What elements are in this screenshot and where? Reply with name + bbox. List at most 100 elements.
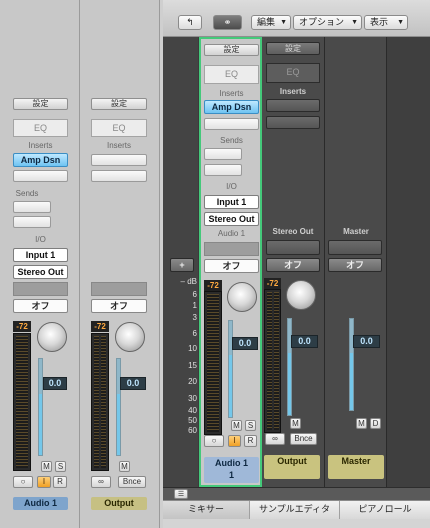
solo-button[interactable]: S — [245, 420, 256, 431]
tab-bar: ミキサー サンプルエディタ ピアノロール — [163, 500, 430, 528]
pan-knob[interactable] — [286, 280, 316, 310]
stereo-link-button[interactable]: ∞ — [265, 433, 285, 445]
input-slot[interactable]: Input 1 — [204, 195, 259, 209]
settings-button[interactable]: 設定 — [204, 44, 259, 56]
send-slot-1[interactable] — [204, 148, 242, 160]
dim-button[interactable]: D — [370, 418, 381, 429]
input-button[interactable]: I — [37, 476, 51, 488]
left-channel-strip-audio1: 設定 EQ Inserts Amp Dsn Sends I/O Input 1 … — [0, 0, 80, 528]
list-view-button[interactable]: ☰ — [174, 489, 188, 499]
settings-button[interactable]: 設定 — [266, 42, 320, 55]
record-enable-button[interactable]: R — [53, 476, 67, 488]
mixer-panel: ↰ ⚭ 編集 ▼ オプション ▼ 表示 ▼ + – dB 6 1 3 6 10 15 … — [163, 0, 430, 528]
tab-piano-roll[interactable]: ピアノロール — [340, 501, 430, 519]
channel-name[interactable]: Master — [328, 455, 384, 479]
pan-knob[interactable] — [115, 322, 145, 352]
automation-mode-off[interactable]: オフ — [91, 299, 147, 313]
dropdown-arrow-icon: ▼ — [280, 19, 287, 26]
output-slot[interactable]: Stereo Out — [204, 212, 259, 226]
bounce-button[interactable]: Bnce — [118, 476, 146, 488]
tab-mixer[interactable]: ミキサー — [163, 501, 250, 519]
peak-level-display: -72 — [13, 321, 31, 332]
insert-slot-amp-designer[interactable]: Amp Dsn — [204, 100, 259, 114]
automation-field[interactable] — [266, 240, 320, 255]
channel-strip-stereo-out: 設定 EQ Inserts Stereo Out オフ -72 0.0 M ∞ … — [262, 37, 325, 487]
pan-knob[interactable] — [227, 282, 257, 312]
eq-display[interactable]: EQ — [266, 63, 320, 83]
channel-strip-audio1-selected[interactable]: 設定 EQ Inserts Amp Dsn Sends I/O Input 1 … — [199, 37, 262, 487]
inserts-label: Inserts — [28, 141, 53, 150]
volume-fader-value[interactable]: 0.0 — [120, 377, 146, 390]
sends-label: Sends — [220, 136, 243, 145]
stereo-link-icon: ∞ — [98, 477, 104, 486]
dropdown-arrow-icon: ▼ — [351, 19, 358, 26]
link-icon: ⚭ — [223, 17, 232, 27]
link-button[interactable]: ⚭ — [213, 15, 242, 30]
stereo-link-button[interactable]: ∞ — [91, 476, 111, 488]
volume-fader-track[interactable] — [38, 358, 43, 456]
mute-button[interactable]: M — [41, 461, 52, 472]
output-slot[interactable]: Stereo Out — [13, 265, 68, 279]
settings-button[interactable]: 設定 — [13, 98, 68, 110]
eq-display[interactable]: EQ — [91, 119, 147, 137]
strip-title: Stereo Out — [272, 227, 314, 236]
level-meter — [91, 333, 109, 471]
insert-slot-2[interactable] — [266, 116, 320, 129]
insert-slot-2[interactable] — [91, 170, 147, 182]
insert-slot-1[interactable] — [91, 154, 147, 166]
automation-mode-off[interactable]: オフ — [204, 259, 259, 273]
view-menu[interactable]: 表示 ▼ — [364, 15, 408, 30]
send-slot-1[interactable] — [13, 201, 51, 213]
volume-fader-value[interactable]: 0.0 — [232, 337, 258, 350]
solo-button[interactable]: S — [55, 461, 66, 472]
automation-mode-off[interactable]: オフ — [328, 258, 382, 272]
channel-name[interactable]: Output — [264, 455, 320, 479]
insert-slot-empty[interactable] — [13, 170, 68, 182]
edit-menu[interactable]: 編集 ▼ — [251, 15, 291, 30]
channel-name[interactable]: Audio 1 — [13, 497, 68, 510]
volume-fader-value[interactable]: 0.0 — [43, 377, 67, 390]
volume-fader-track[interactable] — [287, 318, 292, 416]
options-menu[interactable]: オプション ▼ — [293, 15, 362, 30]
peak-level-display: -72 — [264, 278, 281, 289]
automation-field[interactable] — [328, 240, 382, 255]
automation-mode-off[interactable]: オフ — [266, 258, 320, 272]
add-channel-button[interactable]: + — [170, 258, 194, 272]
channel-number: 1 — [228, 470, 234, 480]
volume-fader-track[interactable] — [349, 318, 354, 411]
volume-fader-track[interactable] — [116, 358, 121, 456]
input-monitor-button[interactable]: ○ — [13, 476, 33, 488]
volume-fader-track[interactable] — [228, 320, 233, 418]
input-monitor-button[interactable]: ○ — [204, 435, 224, 447]
channel-name[interactable]: Output — [91, 497, 147, 510]
pan-knob[interactable] — [37, 322, 67, 352]
db-label: – dB — [180, 277, 197, 286]
input-button[interactable]: I — [228, 435, 241, 447]
eq-display[interactable]: EQ — [13, 119, 68, 137]
send-slot-2[interactable] — [13, 216, 51, 228]
volume-fader-value[interactable]: 0.0 — [353, 335, 380, 348]
insert-slot-amp-designer[interactable]: Amp Dsn — [13, 153, 68, 167]
automation-field[interactable] — [204, 242, 259, 256]
settings-button[interactable]: 設定 — [91, 98, 147, 110]
volume-fader-value[interactable]: 0.0 — [291, 335, 318, 348]
automation-field[interactable] — [91, 282, 147, 296]
empty-strip-area — [387, 37, 430, 487]
send-slot-2[interactable] — [204, 164, 242, 176]
automation-mode-off[interactable]: オフ — [13, 299, 68, 313]
mute-button[interactable]: M — [290, 418, 301, 429]
bounce-button[interactable]: Bnce — [290, 433, 317, 445]
automation-field[interactable] — [13, 282, 68, 296]
mute-button[interactable]: M — [231, 420, 242, 431]
back-button[interactable]: ↰ — [178, 15, 202, 30]
sends-label: Sends — [15, 189, 39, 198]
insert-slot-1[interactable] — [266, 99, 320, 112]
insert-slot-empty[interactable] — [204, 118, 259, 130]
tab-sample-editor[interactable]: サンプルエディタ — [250, 501, 340, 519]
eq-display[interactable]: EQ — [204, 65, 259, 84]
input-slot[interactable]: Input 1 — [13, 248, 68, 262]
mute-button[interactable]: M — [119, 461, 130, 472]
record-enable-button[interactable]: R — [244, 435, 257, 447]
channel-name[interactable]: Audio 1 1 — [204, 457, 259, 483]
mute-button[interactable]: M — [356, 418, 367, 429]
